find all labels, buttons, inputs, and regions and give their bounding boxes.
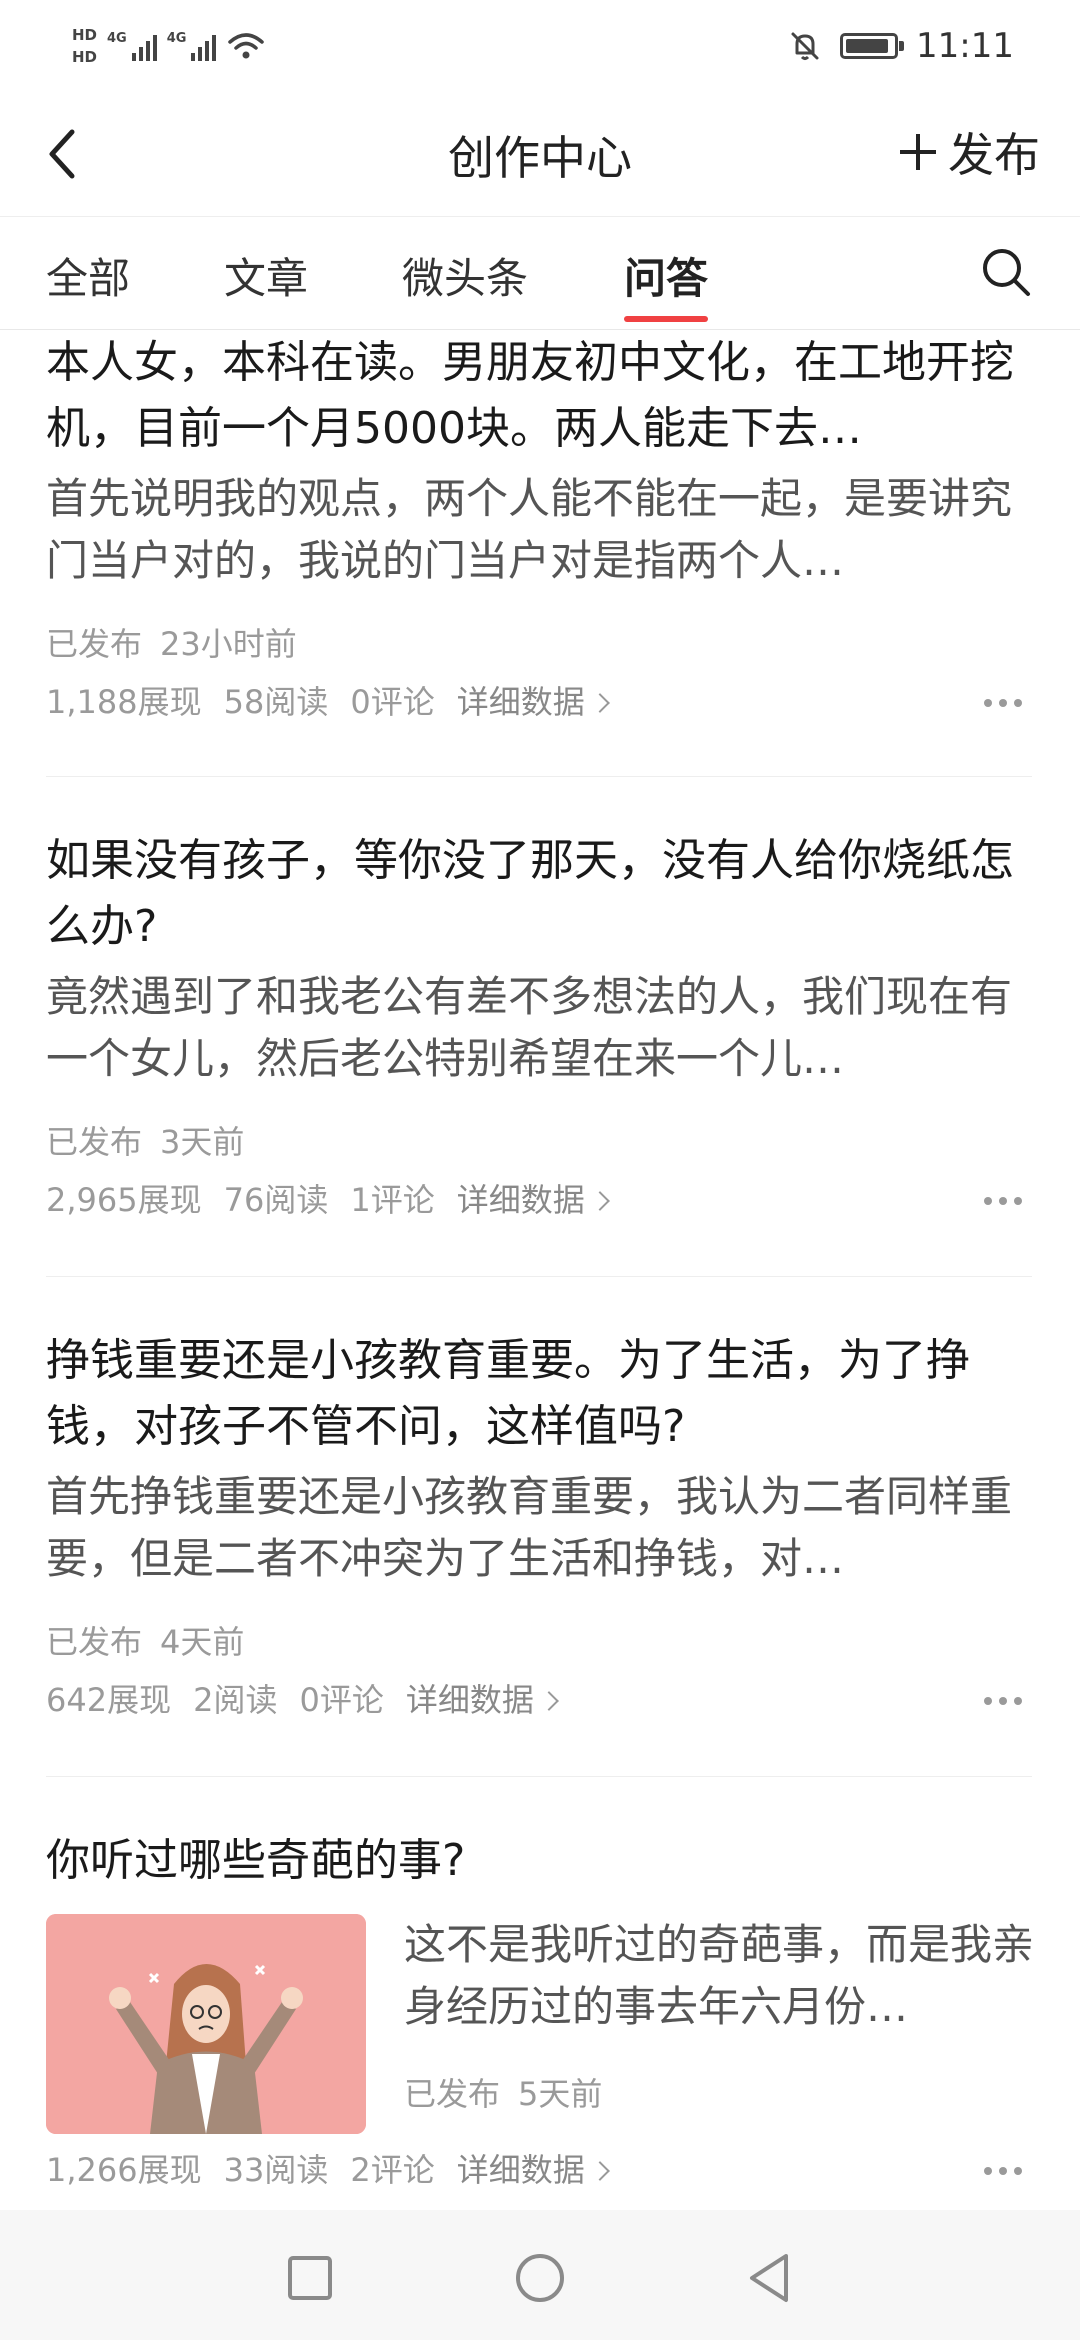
system-nav-bar bbox=[0, 2210, 1080, 2340]
item-status-row: 已发布 3天前 bbox=[46, 1120, 1032, 1164]
tab-all[interactable]: 全部 bbox=[46, 245, 130, 306]
battery-icon bbox=[840, 33, 905, 59]
detail-data-label: 详细数据 bbox=[405, 1681, 534, 1719]
views-count: 642展现 bbox=[46, 1681, 172, 1719]
publish-time: 4天前 bbox=[160, 1623, 245, 1661]
publish-time: 23小时前 bbox=[160, 625, 297, 663]
more-options-icon[interactable] bbox=[984, 1186, 1028, 1216]
item-stats-row: 1,188展现 58阅读 0评论 详细数据 bbox=[46, 680, 1032, 724]
views-count: 1,266展现 bbox=[46, 2151, 202, 2189]
publish-time: 5天前 bbox=[518, 2075, 603, 2113]
reads-count: 33阅读 bbox=[223, 2151, 329, 2189]
item-title[interactable]: 挣钱重要还是小孩教育重要。为了生活，为了挣钱，对孩子不管不问，这样值吗? bbox=[46, 1328, 1032, 1460]
home-icon[interactable] bbox=[510, 2248, 570, 2308]
status-right: 11:11 bbox=[788, 20, 1014, 72]
signal-2-icon: 4G bbox=[167, 31, 217, 61]
item-summary[interactable]: 首先说明我的观点，两个人能不能在一起，是要讲究门当户对的，我说的门当户对是指两个… bbox=[46, 468, 1032, 592]
search-icon[interactable] bbox=[978, 244, 1034, 300]
comments-count: 0评论 bbox=[350, 683, 435, 721]
divider bbox=[46, 776, 1032, 777]
detail-data-link[interactable]: 详细数据 bbox=[456, 683, 610, 721]
detail-data-link[interactable]: 详细数据 bbox=[456, 2151, 610, 2189]
chevron-right-icon bbox=[538, 1691, 559, 1711]
detail-data-link[interactable]: 详细数据 bbox=[456, 1181, 610, 1219]
more-options-icon[interactable] bbox=[984, 1686, 1028, 1716]
item-stats-row: 2,965展现 76阅读 1评论 详细数据 bbox=[46, 1178, 1032, 1222]
more-options-icon[interactable] bbox=[984, 688, 1028, 718]
more-options-icon[interactable] bbox=[984, 2156, 1028, 2186]
list-item[interactable]: 如果没有孩子，等你没了那天，没有人给你烧纸怎么办? 竟然遇到了和我老公有差不多想… bbox=[46, 828, 1032, 1222]
divider bbox=[46, 1276, 1032, 1277]
item-title[interactable]: 如果没有孩子，等你没了那天，没有人给你烧纸怎么办? bbox=[46, 828, 1032, 960]
comments-count: 0评论 bbox=[299, 1681, 384, 1719]
tab-micro-posts[interactable]: 微头条 bbox=[402, 245, 528, 306]
item-summary[interactable]: 这不是我听过的奇葩事，而是我亲身经历过的事去年六月份… bbox=[404, 1914, 1034, 2038]
divider bbox=[46, 1776, 1032, 1777]
item-thumbnail[interactable] bbox=[46, 1914, 366, 2134]
status-label: 已发布 bbox=[46, 1623, 143, 1661]
bell-muted-icon bbox=[791, 32, 819, 60]
list-item[interactable]: 挣钱重要还是小孩教育重要。为了生活，为了挣钱，对孩子不管不问，这样值吗? 首先挣… bbox=[46, 1328, 1032, 1722]
status-bar: HD HD 4G 4G 11:11 bbox=[0, 0, 1080, 92]
comments-count: 2评论 bbox=[350, 2151, 435, 2189]
recent-apps-icon[interactable] bbox=[280, 2248, 340, 2308]
status-label: 已发布 bbox=[46, 1123, 143, 1161]
item-title[interactable]: 你听过哪些奇葩的事? bbox=[46, 1828, 1032, 1894]
views-count: 2,965展现 bbox=[46, 1181, 202, 1219]
back-icon[interactable] bbox=[740, 2248, 800, 2308]
network-2-label: 4G bbox=[166, 31, 187, 46]
chevron-right-icon bbox=[589, 2161, 610, 2181]
status-left: HD HD 4G 4G bbox=[72, 16, 266, 76]
detail-data-label: 详细数据 bbox=[456, 683, 585, 721]
qa-list: 本人女，本科在读。男朋友初中文化，在工地开挖机，目前一个月5000块。两人能走下… bbox=[0, 330, 1080, 2210]
chevron-right-icon bbox=[589, 1191, 610, 1211]
signal-1-icon: 4G bbox=[107, 31, 157, 61]
detail-data-label: 详细数据 bbox=[456, 2151, 585, 2189]
frustrated-woman-illustration bbox=[46, 1914, 366, 2134]
hd-indicators: HD HD bbox=[72, 26, 97, 66]
publish-label: 发布 bbox=[948, 128, 1040, 182]
reads-count: 58阅读 bbox=[223, 683, 329, 721]
hd-1-label: HD bbox=[72, 26, 98, 44]
active-tab-indicator bbox=[624, 316, 708, 322]
item-summary[interactable]: 竟然遇到了和我老公有差不多想法的人，我们现在有一个女儿，然后老公特别希望在来一个… bbox=[46, 966, 1032, 1090]
item-stats-row: 642展现 2阅读 0评论 详细数据 bbox=[46, 1678, 1032, 1722]
item-status-row: 已发布 4天前 bbox=[46, 1620, 1032, 1664]
publish-time: 3天前 bbox=[160, 1123, 245, 1161]
wifi-icon bbox=[228, 33, 265, 59]
network-1-label: 4G bbox=[107, 31, 127, 46]
detail-data-link[interactable]: 详细数据 bbox=[405, 1681, 559, 1719]
item-status-row: 已发布 5天前 bbox=[404, 2072, 1034, 2116]
views-count: 1,188展现 bbox=[46, 683, 202, 721]
app-header: 创作中心 发布 bbox=[0, 92, 1080, 216]
tab-articles[interactable]: 文章 bbox=[224, 245, 308, 306]
hd-2-label: HD bbox=[72, 48, 98, 66]
publish-button[interactable]: 发布 bbox=[898, 120, 1040, 184]
item-status-row: 已发布 23小时前 bbox=[46, 622, 1032, 666]
comments-count: 1评论 bbox=[350, 1181, 435, 1219]
item-summary[interactable]: 首先挣钱重要还是小孩教育重要，我认为二者同样重要，但是二者不冲突为了生活和挣钱，… bbox=[46, 1466, 1032, 1590]
creator-center-screen: HD HD 4G 4G 11:11 创作中心 发布 全部 文章 微头条 问答 本… bbox=[0, 0, 1080, 2340]
status-label: 已发布 bbox=[46, 625, 143, 663]
clock-time: 11:11 bbox=[916, 26, 1014, 66]
list-item[interactable]: 本人女，本科在读。男朋友初中文化，在工地开挖机，目前一个月5000块。两人能走下… bbox=[46, 330, 1032, 724]
chevron-right-icon bbox=[589, 693, 610, 713]
status-label: 已发布 bbox=[404, 2075, 501, 2113]
tab-bar: 全部 文章 微头条 问答 bbox=[0, 216, 1080, 330]
tab-qa[interactable]: 问答 bbox=[624, 245, 708, 306]
item-stats-row: 1,266展现 33阅读 2评论 详细数据 bbox=[46, 2148, 1032, 2192]
reads-count: 76阅读 bbox=[223, 1181, 329, 1219]
reads-count: 2阅读 bbox=[193, 1681, 278, 1719]
detail-data-label: 详细数据 bbox=[456, 1181, 585, 1219]
list-item[interactable]: 你听过哪些奇葩的事? 这不是我听过的奇葩事，而是我亲身经历过的事去年六月份… 已… bbox=[46, 1828, 1034, 2208]
item-text-block: 这不是我听过的奇葩事，而是我亲身经历过的事去年六月份… 已发布 5天前 bbox=[404, 1914, 1034, 2116]
plus-icon bbox=[898, 132, 938, 172]
item-title[interactable]: 本人女，本科在读。男朋友初中文化，在工地开挖机，目前一个月5000块。两人能走下… bbox=[46, 330, 1032, 462]
